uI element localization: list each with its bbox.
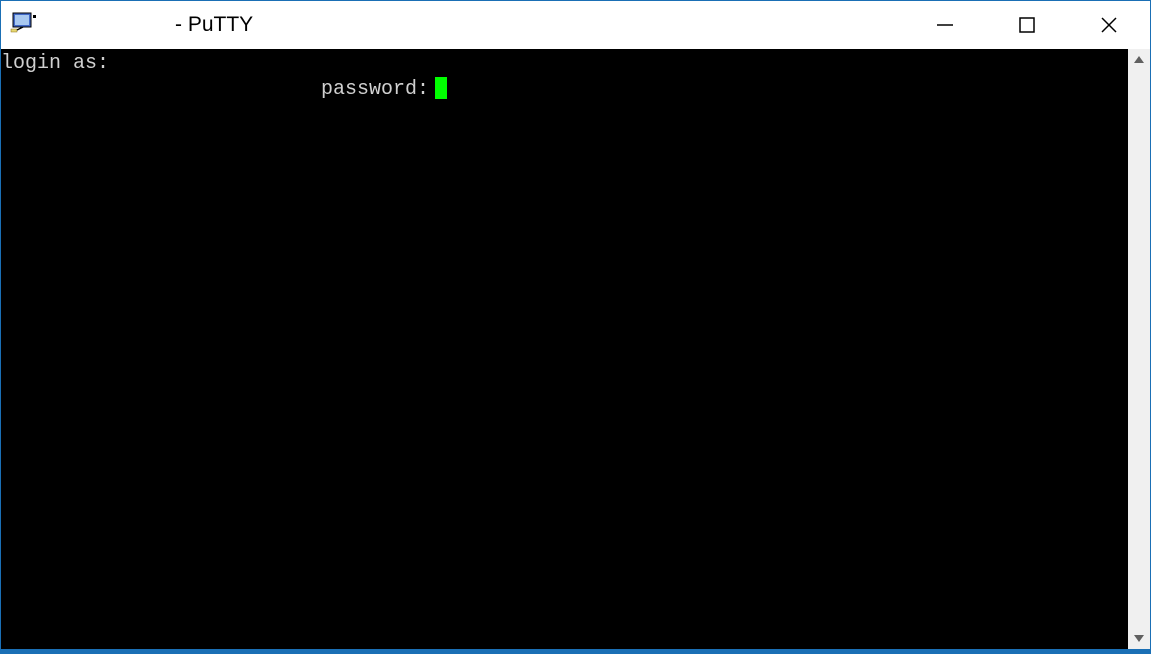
maximize-icon — [1018, 16, 1036, 34]
putty-window: - PuTTY login as:password: — [0, 0, 1151, 654]
scroll-up-icon[interactable] — [1132, 53, 1146, 67]
password-prompt: password: — [321, 78, 429, 101]
terminal-line-2: password: — [1, 77, 1128, 103]
window-bottom-border — [1, 649, 1150, 653]
close-button[interactable] — [1068, 1, 1150, 49]
terminal-area: login as:password: — [1, 49, 1150, 649]
putty-icon — [9, 9, 41, 41]
terminal-line-1: login as: — [1, 51, 1128, 77]
minimize-button[interactable] — [904, 1, 986, 49]
terminal-cursor — [435, 77, 447, 99]
window-title: - PuTTY — [175, 13, 253, 37]
window-controls — [904, 1, 1150, 49]
terminal[interactable]: login as:password: — [1, 49, 1128, 649]
scroll-down-icon[interactable] — [1132, 631, 1146, 645]
close-icon — [1100, 16, 1118, 34]
vertical-scrollbar[interactable] — [1128, 49, 1150, 649]
minimize-icon — [936, 16, 954, 34]
titlebar[interactable]: - PuTTY — [1, 1, 1150, 49]
maximize-button[interactable] — [986, 1, 1068, 49]
